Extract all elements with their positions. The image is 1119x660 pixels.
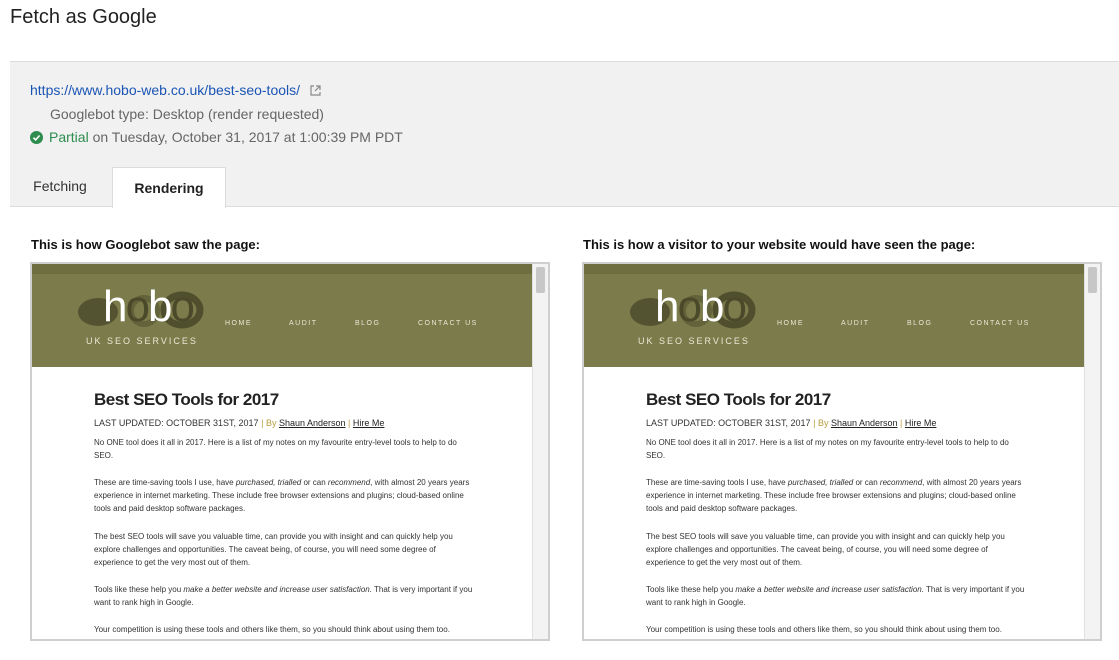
nav-contact-us[interactable]: CONTACT US (970, 320, 1030, 327)
nav-blog[interactable]: BLOG (907, 320, 932, 327)
visitor-render-frame: hobo UK SEO SERVICES HOME AUDIT BLOG CON… (582, 262, 1102, 641)
tab-rendering[interactable]: Rendering (112, 167, 226, 208)
googlebot-type: Googlebot type: Desktop (render requeste… (50, 106, 324, 122)
tab-fetching[interactable]: Fetching (10, 166, 110, 206)
paragraph-2: These are time-saving tools I use, have … (94, 478, 470, 513)
article: Best SEO Tools for 2017 LAST UPDATED: OC… (646, 390, 1026, 634)
nav-contact-us[interactable]: CONTACT US (418, 320, 478, 327)
paragraph-5: Your competition is using these tools an… (94, 625, 450, 634)
nav-blog[interactable]: BLOG (355, 320, 380, 327)
paragraph-4: Tools like these help you make a better … (94, 585, 473, 607)
article-title: Best SEO Tools for 2017 (94, 390, 279, 409)
fetched-url-link[interactable]: https://www.hobo-web.co.uk/best-seo-tool… (30, 82, 300, 98)
logo-text: hobo (655, 282, 747, 331)
header-strip (584, 264, 1084, 274)
hire-me-link[interactable]: Hire Me (353, 418, 385, 428)
author-link[interactable]: Shaun Anderson (279, 418, 346, 428)
header-strip (32, 264, 532, 274)
site-header: hobo UK SEO SERVICES HOME AUDIT BLOG CON… (584, 264, 1084, 367)
nav-home[interactable]: HOME (225, 320, 252, 327)
article-title: Best SEO Tools for 2017 (646, 390, 831, 409)
paragraph-4: Tools like these help you make a better … (646, 585, 1025, 607)
site-tagline: UK SEO SERVICES (86, 336, 198, 346)
paragraph-5: Your competition is using these tools an… (646, 625, 1002, 634)
check-circle-icon (30, 131, 43, 147)
status-date: on Tuesday, October 31, 2017 at 1:00:39 … (88, 129, 403, 145)
nav-home[interactable]: HOME (777, 320, 804, 327)
page-title: Fetch as Google (10, 6, 157, 28)
url-row: https://www.hobo-web.co.uk/best-seo-tool… (30, 82, 321, 99)
site-tagline: UK SEO SERVICES (638, 336, 750, 346)
frame-scrollbar[interactable] (1084, 264, 1100, 639)
site-header: hobo UK SEO SERVICES HOME AUDIT BLOG CON… (32, 264, 532, 367)
nav-audit[interactable]: AUDIT (289, 320, 318, 327)
paragraph-3: The best SEO tools will save you valuabl… (94, 532, 453, 567)
googlebot-render-frame: hobo UK SEO SERVICES HOME AUDIT BLOG CON… (30, 262, 550, 641)
article-meta: LAST UPDATED: OCTOBER 31ST, 2017 | By Sh… (646, 418, 937, 428)
nav-audit[interactable]: AUDIT (841, 320, 870, 327)
paragraph-1: No ONE tool does it all in 2017. Here is… (94, 438, 457, 460)
paragraph-3: The best SEO tools will save you valuabl… (646, 532, 1005, 567)
article: Best SEO Tools for 2017 LAST UPDATED: OC… (94, 390, 474, 634)
visitor-view-caption: This is how a visitor to your website wo… (583, 237, 976, 252)
fetch-status: Partial on Tuesday, October 31, 2017 at … (30, 129, 403, 147)
frame-scrollbar[interactable] (532, 264, 548, 639)
article-meta: LAST UPDATED: OCTOBER 31ST, 2017 | By Sh… (94, 418, 385, 428)
scroll-thumb[interactable] (536, 267, 545, 293)
scroll-thumb[interactable] (1088, 267, 1097, 293)
status-word: Partial (49, 129, 89, 145)
googlebot-view-caption: This is how Googlebot saw the page: (31, 237, 260, 252)
external-link-icon[interactable] (310, 83, 321, 99)
logo-text: hobo (103, 282, 195, 331)
author-link[interactable]: Shaun Anderson (831, 418, 898, 428)
hire-me-link[interactable]: Hire Me (905, 418, 937, 428)
paragraph-2: These are time-saving tools I use, have … (646, 478, 1022, 513)
paragraph-1: No ONE tool does it all in 2017. Here is… (646, 438, 1009, 460)
